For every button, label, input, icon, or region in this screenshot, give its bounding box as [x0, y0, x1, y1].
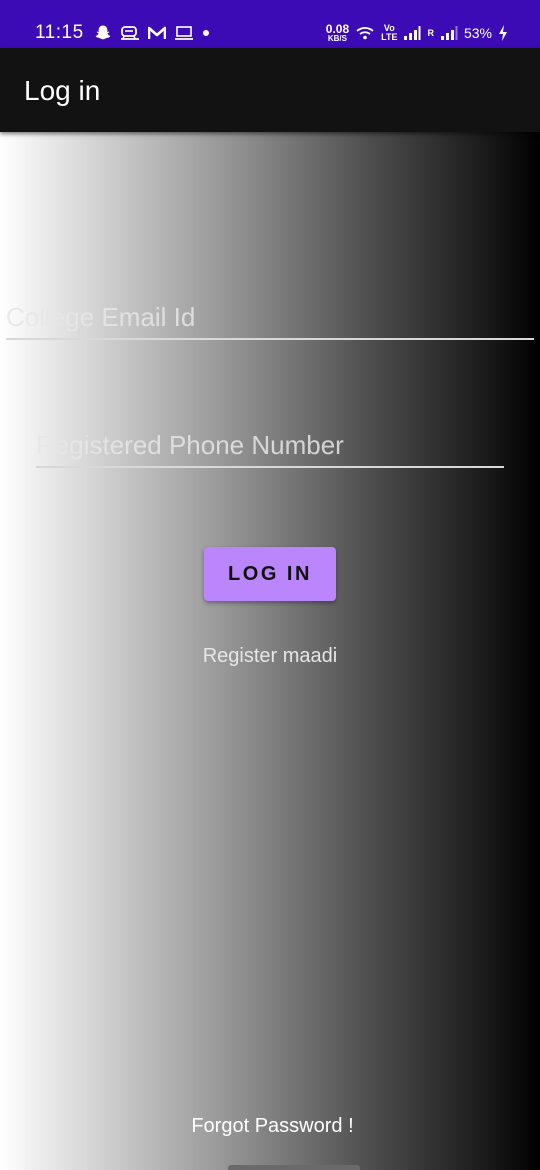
system-icons: 0.08 KB/S Vo LTE R 53% — [326, 21, 508, 45]
email-field[interactable] — [6, 300, 534, 334]
phone-field-underline — [36, 466, 504, 468]
snapchat-icon — [94, 24, 112, 42]
battery-percent: 53% — [463, 25, 492, 41]
signal-roaming-icon — [440, 25, 458, 41]
gesture-nav-handle[interactable] — [228, 1165, 360, 1170]
phone-field[interactable] — [36, 428, 504, 462]
volte-indicator: Vo LTE — [381, 24, 397, 42]
charging-icon — [498, 24, 508, 42]
signal-icon — [403, 25, 421, 41]
page-title: Log in — [24, 75, 101, 106]
volte-bottom: LTE — [381, 32, 398, 42]
email-field-container — [6, 300, 534, 340]
email-field-underline — [6, 338, 534, 340]
login-button[interactable]: LOG IN — [204, 547, 336, 601]
login-form: LOG IN Register maadi Forgot Password ! — [0, 132, 540, 1170]
app-bar: Log in — [0, 48, 540, 132]
roaming-indicator: R — [427, 28, 434, 38]
wifi-icon — [355, 25, 375, 41]
net-speed-value: 0.08 — [325, 21, 350, 36]
gmail-icon — [148, 26, 166, 40]
net-speed-unit: KB/S — [327, 33, 347, 43]
forgot-password-link[interactable]: Forgot Password ! — [0, 1114, 540, 1138]
phone-field-container — [36, 428, 504, 468]
laptop-icon — [174, 25, 194, 41]
status-bar: 11:15 0.08 KB/S Vo LTE R 53% — [0, 0, 540, 48]
notification-icons — [94, 22, 210, 44]
dot-icon — [202, 29, 210, 37]
register-link[interactable]: Register maadi — [0, 644, 540, 668]
train-icon — [120, 24, 140, 42]
status-time: 11:15 — [35, 22, 84, 43]
network-speed: 0.08 KB/S — [325, 21, 350, 43]
